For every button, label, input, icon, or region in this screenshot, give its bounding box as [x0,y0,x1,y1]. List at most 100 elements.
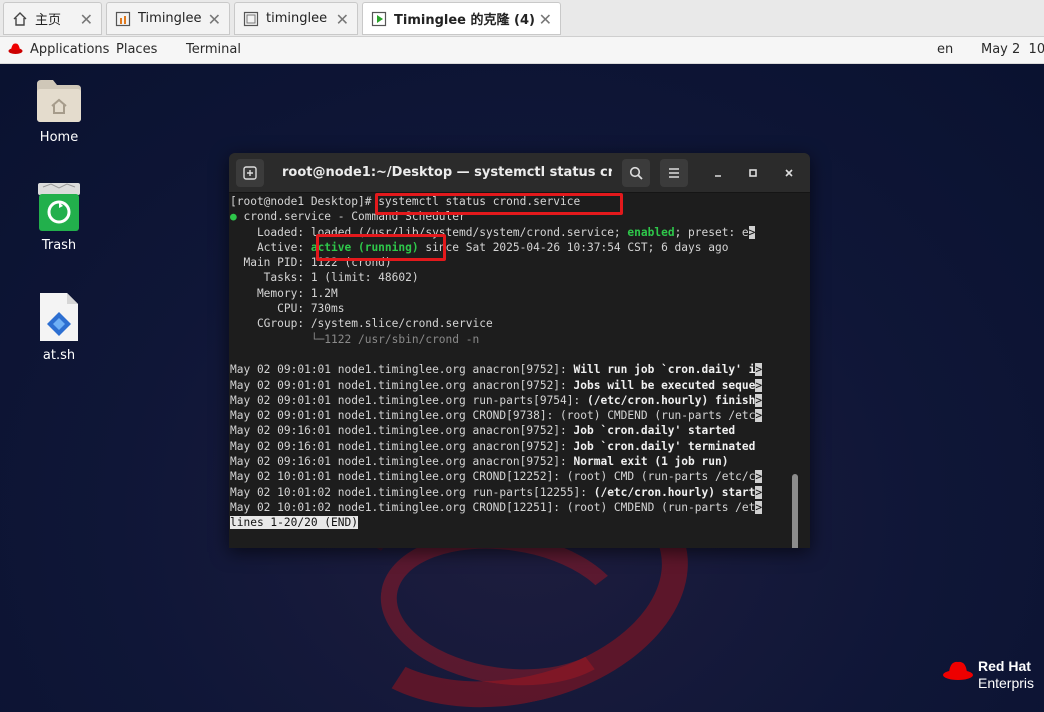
close-icon[interactable]: ✕ [539,10,552,29]
desktop-icon-label: Home [39,130,79,145]
loaded-line: Loaded: loaded (/usr/lib/systemd/system/… [230,225,756,239]
close-icon[interactable]: ✕ [336,10,349,29]
truncation-marker: > [755,363,763,377]
brand-line2: Enterpris [978,675,1035,691]
cgroup-line: CGroup: /system.slice/crond.service [230,317,493,331]
terminal-headerbar[interactable]: root@node1:~/Desktop — systemctl status … [229,153,810,193]
script-file-icon [39,292,79,342]
truncation-marker: > [755,470,763,484]
log-prefix: May 02 09:01:01 node1.timinglee.org run-… [230,393,587,407]
journal-log: May 02 09:01:01 node1.timinglee.org anac… [230,362,800,515]
log-message: Normal exit (1 job run) [573,455,729,469]
tab-vm-timinglee-2[interactable]: timinglee ✕ [234,2,358,35]
minimize-button[interactable] [704,159,732,187]
hamburger-icon [669,168,679,178]
close-button[interactable] [775,159,803,187]
log-message: (root) CMD (run-parts /etc/c [566,470,756,484]
log-prefix: May 02 09:01:01 node1.timinglee.org anac… [230,378,574,392]
terminal-output[interactable]: [root@node1 Desktop]# systemctl status c… [229,194,800,548]
cpu-line: CPU: 730ms [230,302,345,316]
applications-menu[interactable]: Applications [30,42,109,57]
folder-home-icon [35,76,83,124]
log-message: (root) CMDEND (run-parts /et [566,500,756,514]
new-tab-button[interactable] [236,159,264,187]
pager-status-line: lines 1-20/20 (END) [230,515,800,530]
gnome-top-bar: Applications Places Terminal en May 2 10… [0,37,1044,64]
redhat-hat-icon [8,42,23,59]
tab-vm-timinglee[interactable]: Timinglee ✕ [106,2,230,35]
log-message: (root) CMDEND (run-parts /etc [560,409,756,423]
home-icon [12,11,28,27]
log-message: Will run job `cron.daily' i [573,363,756,377]
cgroup-child-line: └─1122 /usr/sbin/crond -n [230,332,480,346]
log-line: May 02 09:16:01 node1.timinglee.org anac… [230,454,800,469]
host-tab-bar: 主页 ✕ Timinglee ✕ timinglee ✕ Timinglee 的… [0,0,1044,37]
brand-line1: Red Hat [978,658,1031,674]
terminal-title: root@node1:~/Desktop — systemctl status … [282,165,612,180]
tab-label: 主页 [35,13,62,28]
log-message: Job `cron.daily' terminated [573,439,756,453]
log-prefix: May 02 09:16:01 node1.timinglee.org anac… [230,455,574,469]
log-line: May 02 10:01:01 node1.timinglee.org CRON… [230,469,800,484]
prompt-line: [root@node1 Desktop]# systemctl status c… [230,194,800,209]
places-menu[interactable]: Places [116,42,157,57]
truncation-marker: > [755,409,763,423]
desktop-icon-label: at.sh [42,348,76,363]
terminal-app-menu[interactable]: Terminal [186,42,241,57]
log-line: May 02 09:01:01 node1.timinglee.org CRON… [230,408,800,423]
tab-home[interactable]: 主页 ✕ [3,2,102,35]
search-icon [629,166,643,180]
log-prefix: May 02 10:01:01 node1.timinglee.org CRON… [230,470,567,484]
vm-icon [243,11,259,27]
desktop-icon-label: Trash [41,238,77,253]
truncation-marker: > [755,500,763,514]
log-message: (/etc/cron.hourly) start [593,485,756,499]
tab-vm-clone-4[interactable]: Timinglee 的克隆 (4) ✕ [362,2,561,35]
unit-line: ● crond.service - Command Scheduler [230,210,466,224]
tab-label: Timinglee 的克隆 (4) [394,13,535,28]
shell-prompt: [root@node1 Desktop]# [230,195,379,208]
truncation-marker: > [755,485,763,499]
log-prefix: May 02 09:01:01 node1.timinglee.org anac… [230,363,574,377]
truncation-marker: > [755,393,763,407]
redhat-brand-logo: Red Hat Enterpris [942,658,1034,692]
close-icon[interactable]: ✕ [208,10,221,29]
active-line: Active: active (running) since Sat 2025-… [230,240,729,254]
desktop-icon-at-sh[interactable]: at.sh [19,292,99,363]
log-prefix: May 02 09:01:01 node1.timinglee.org CRON… [230,409,561,423]
menu-button[interactable] [660,159,688,187]
scrollbar-thumb[interactable] [792,474,798,548]
search-button[interactable] [622,159,650,187]
log-prefix: May 02 10:01:02 node1.timinglee.org run-… [230,485,594,499]
tab-label: Timinglee [138,11,202,26]
tasks-line: Tasks: 1 (limit: 48602) [230,271,419,285]
log-message: (/etc/cron.hourly) finish [586,393,756,407]
vm-running-icon [371,11,387,27]
pager-status: lines 1-20/20 (END) [230,516,358,530]
input-language[interactable]: en [937,42,953,57]
typed-command: systemctl status crond.service [378,195,581,208]
desktop-icon-trash[interactable]: Trash [19,182,99,253]
vm-icon [115,11,131,27]
terminal-window[interactable]: root@node1:~/Desktop — systemctl status … [229,153,810,548]
log-line: May 02 09:01:01 node1.timinglee.org anac… [230,378,800,393]
desktop-icon-home[interactable]: Home [19,76,99,145]
close-icon[interactable]: ✕ [80,10,93,29]
redhat-hat-icon [943,661,973,680]
log-line: May 02 09:16:01 node1.timinglee.org anac… [230,439,800,454]
trash-icon [37,182,81,232]
log-message: Jobs will be executed seque [573,378,756,392]
status-dot-icon: ● [230,210,244,224]
log-line: May 02 10:01:02 node1.timinglee.org CRON… [230,500,800,515]
memory-line: Memory: 1.2M [230,286,338,300]
maximize-button[interactable] [739,159,767,187]
clock[interactable]: May 2 10:4 [981,42,1044,57]
close-icon [785,169,793,177]
mainpid-line: Main PID: 1122 (crond) [230,256,392,270]
log-line: May 02 09:01:01 node1.timinglee.org anac… [230,362,800,377]
log-line: May 02 09:01:01 node1.timinglee.org run-… [230,393,800,408]
log-prefix: May 02 10:01:02 node1.timinglee.org CRON… [230,500,567,514]
tab-label: timinglee [266,11,328,26]
log-message: Job `cron.daily' started [573,424,736,438]
